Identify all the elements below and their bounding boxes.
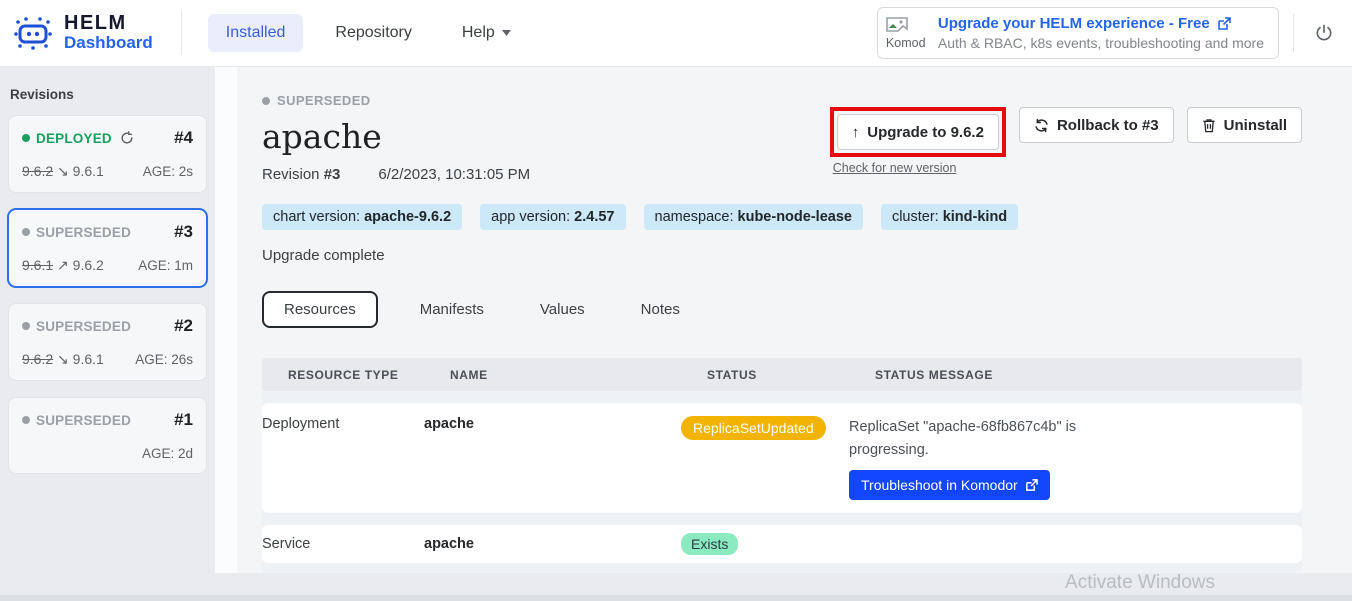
release-actions: ↑ Upgrade to 9.6.2 Check for new version… <box>830 107 1302 175</box>
upgrade-button[interactable]: ↑ Upgrade to 9.6.2 <box>837 114 999 150</box>
nav-help[interactable]: Help <box>444 14 529 52</box>
release-status-label: SUPERSEDED <box>277 93 371 108</box>
revision-number: #3 <box>324 166 341 183</box>
tab-notes[interactable]: Notes <box>627 292 694 327</box>
status-dot <box>22 322 30 330</box>
revision-status: SUPERSEDED <box>36 319 131 334</box>
app-version-badge: app version: 2.4.57 <box>480 204 625 230</box>
top-bar: HELM Dashboard Installed Repository Help… <box>0 0 1352 67</box>
power-button[interactable] <box>1310 19 1338 47</box>
revision-card-2[interactable]: SUPERSEDED #2 9.6.2 ↘ 9.6.1 AGE: 26s <box>8 303 207 381</box>
trend-arrow-icon: ↘ <box>57 351 69 367</box>
status-message: ReplicaSet "apache-68fb867c4b" is progre… <box>849 416 1099 462</box>
broken-image-icon <box>886 17 908 36</box>
status-dot <box>22 228 30 236</box>
revision-number: #1 <box>174 410 193 430</box>
check-new-version-link[interactable]: Check for new version <box>833 161 1006 175</box>
revision-timestamp: 6/2/2023, 10:31:05 PM <box>378 166 530 183</box>
detail-tabs: Resources Manifests Values Notes <box>262 291 1302 328</box>
resource-type-cell: Deployment <box>262 416 424 432</box>
release-detail-panel: SUPERSEDED apache Revision #3 6/2/2023, … <box>215 67 1352 573</box>
header-divider <box>181 11 182 55</box>
table-row: Deployment apache ReplicaSetUpdated Repl… <box>262 403 1302 513</box>
resource-type-cell: Service <box>262 536 424 552</box>
resource-name-cell: apache <box>424 536 681 552</box>
activate-windows-watermark: Activate Windows <box>1065 572 1215 594</box>
helm-dashboard-logo[interactable]: HELM Dashboard <box>12 13 153 53</box>
revision-card-4[interactable]: DEPLOYED #4 9.6.2 ↘ 9.6.1 AGE: 2s <box>8 115 207 193</box>
rollback-button[interactable]: Rollback to #3 <box>1019 107 1174 143</box>
revision-card-1[interactable]: SUPERSEDED #1 AGE: 2d <box>8 397 207 474</box>
new-version: 9.6.2 <box>73 257 104 273</box>
resource-name-cell: apache <box>424 416 681 432</box>
external-link-icon <box>1217 17 1231 31</box>
table-header-row: RESOURCE TYPE NAME STATUS STATUS MESSAGE <box>262 358 1302 391</box>
up-arrow-icon: ↑ <box>852 124 860 141</box>
trend-arrow-icon: ↘ <box>57 163 69 179</box>
page-title: apache <box>262 117 530 156</box>
nav-repository[interactable]: Repository <box>317 14 429 52</box>
logo-text-dashboard: Dashboard <box>64 34 153 53</box>
status-dot <box>262 97 270 105</box>
uninstall-button[interactable]: Uninstall <box>1187 107 1302 143</box>
new-version: 9.6.1 <box>73 351 104 367</box>
release-meta-badges: chart version: apache-9.6.2 app version:… <box>262 204 1302 230</box>
status-badge: ReplicaSetUpdated <box>681 416 826 440</box>
revision-card-3[interactable]: SUPERSEDED #3 9.6.1 ↗ 9.6.2 AGE: 1m <box>8 209 207 287</box>
red-highlight-box: ↑ Upgrade to 9.6.2 <box>830 107 1006 157</box>
tab-manifests[interactable]: Manifests <box>406 292 498 327</box>
col-resource-type: RESOURCE TYPE <box>288 368 450 382</box>
revision-status: SUPERSEDED <box>36 413 131 428</box>
status-dot <box>22 416 30 424</box>
troubleshoot-komodor-button[interactable]: Troubleshoot in Komodor <box>849 470 1050 500</box>
old-version: 9.6.2 <box>22 163 53 179</box>
komodor-upgrade-banner[interactable]: Komod Upgrade your HELM experience - Fre… <box>877 7 1279 59</box>
revision-age: AGE: 1m <box>138 258 193 273</box>
trend-arrow-icon: ↗ <box>57 257 69 273</box>
main-nav: Installed Repository Help <box>208 14 529 52</box>
col-status: STATUS <box>707 368 875 382</box>
chevron-down-icon <box>502 30 511 36</box>
revision-number: #2 <box>174 316 193 336</box>
tab-resources[interactable]: Resources <box>262 291 378 328</box>
table-row: Service apache Exists <box>262 525 1302 563</box>
status-badge: Exists <box>681 533 738 555</box>
tab-values[interactable]: Values <box>526 292 599 327</box>
external-link-icon <box>1025 479 1038 492</box>
chart-version-badge: chart version: apache-9.6.2 <box>262 204 462 230</box>
header-divider <box>1293 14 1294 52</box>
old-version: 9.6.1 <box>22 257 53 273</box>
banner-subtitle: Auth & RBAC, k8s events, troubleshooting… <box>938 35 1264 51</box>
resources-table: RESOURCE TYPE NAME STATUS STATUS MESSAGE… <box>262 358 1302 573</box>
reload-icon[interactable] <box>120 131 134 145</box>
revision-age: AGE: 2d <box>142 446 193 461</box>
revision-status: DEPLOYED <box>36 131 112 146</box>
revisions-sidebar: Revisions DEPLOYED #4 9.6.2 ↘ 9.6.1 AGE:… <box>0 67 215 573</box>
power-icon <box>1314 23 1334 43</box>
logo-text-helm: HELM <box>64 13 153 34</box>
rollback-icon <box>1034 118 1049 133</box>
release-description: Upgrade complete <box>262 247 1302 264</box>
sidebar-title: Revisions <box>10 87 207 102</box>
old-version: 9.6.2 <box>22 351 53 367</box>
namespace-badge: namespace: kube-node-lease <box>644 204 863 230</box>
revision-status: SUPERSEDED <box>36 225 131 240</box>
banner-title: Upgrade your HELM experience - Free <box>938 15 1210 32</box>
cluster-badge: cluster: kind-kind <box>881 204 1018 230</box>
revision-age: AGE: 2s <box>143 164 193 179</box>
helm-logo-icon <box>12 15 54 51</box>
trash-icon <box>1202 118 1216 133</box>
bottom-strip: Activate Windows <box>0 573 1352 601</box>
status-dot <box>22 134 30 142</box>
revision-number: #3 <box>174 222 193 242</box>
new-version: 9.6.1 <box>73 163 104 179</box>
banner-image-alt-text: Komod <box>886 36 926 50</box>
col-name: NAME <box>450 368 707 382</box>
col-status-message: STATUS MESSAGE <box>875 368 1302 382</box>
nav-installed[interactable]: Installed <box>208 14 304 52</box>
revision-label: Revision <box>262 166 324 183</box>
revision-age: AGE: 26s <box>135 352 193 367</box>
revision-number: #4 <box>174 128 193 148</box>
